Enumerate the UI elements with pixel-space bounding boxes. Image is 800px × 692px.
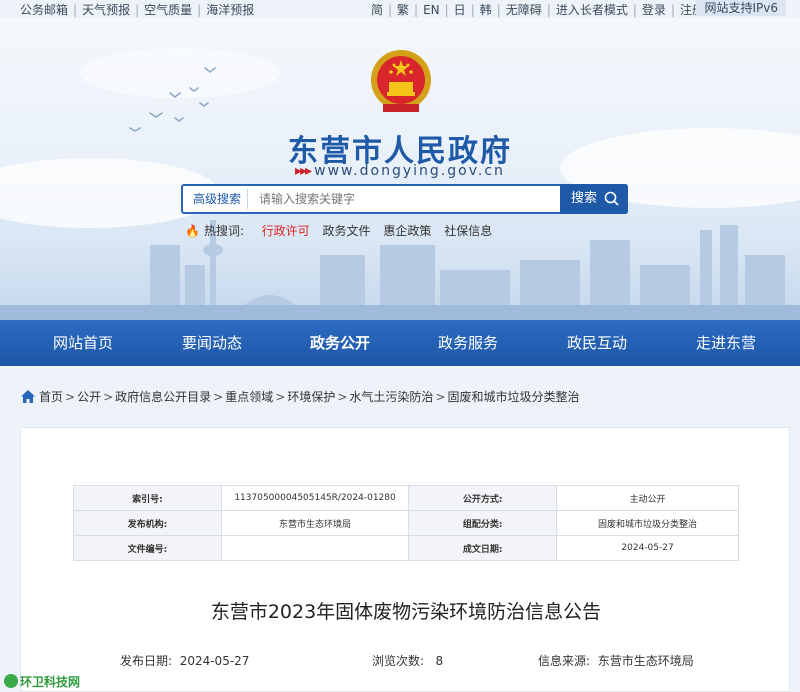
hotword-item[interactable]: 惠企政策 xyxy=(383,224,431,238)
meta-index-value: 11370500004505145R/2024-01280 xyxy=(220,485,410,511)
article-title: 东营市2023年固体废物污染环境防治信息公告 xyxy=(210,601,602,623)
breadcrumb-home[interactable]: 首页 xyxy=(39,390,63,404)
ipv6-badge: 网站支持IPv6 xyxy=(696,0,786,16)
meta-date-label: 成文日期: xyxy=(408,535,558,561)
publish-date-info: 发布日期: 2024-05-27 xyxy=(120,654,250,668)
home-icon xyxy=(21,390,35,403)
watermark-logo-icon xyxy=(4,674,18,688)
top-utility-bar: 公务邮箱 | 天气预报 | 空气质量 | 海洋预报 简 | 繁 | EN | 日 | 韩 | 无障碍 | 进入长者模… xyxy=(0,0,800,18)
utility-links-left: 公务邮箱 | 天气预报 | 空气质量 | 海洋预报 xyxy=(20,3,255,17)
search-box: 高级搜索 搜索 xyxy=(181,184,628,214)
meta-docno-value xyxy=(220,535,410,561)
header-banner: 东营市人民政府 ▸▸▸www.dongying.gov.cn 高级搜索 搜索 🔥… xyxy=(0,18,800,320)
watermark: 环卫科技网 xyxy=(4,673,80,690)
link-english[interactable]: EN xyxy=(423,3,440,17)
nav-gov-services[interactable]: 政务服务 xyxy=(408,320,528,366)
link-japanese[interactable]: 日 xyxy=(454,3,466,17)
nav-about-dongying[interactable]: 走进东营 xyxy=(666,320,786,366)
search-input[interactable] xyxy=(259,189,549,209)
link-traditional[interactable]: 繁 xyxy=(397,3,409,17)
meta-org-value: 东营市生态环境局 xyxy=(220,510,410,536)
meta-category-value: 固废和城市垃圾分类整治 xyxy=(556,510,739,536)
link-login[interactable]: 登录 xyxy=(642,3,666,17)
link-accessibility[interactable]: 无障碍 xyxy=(506,3,542,17)
main-nav: 网站首页 要闻动态 政务公开 政务服务 政民互动 走进东营 xyxy=(0,320,800,366)
search-button[interactable]: 搜索 xyxy=(560,184,628,214)
document-meta-table: 索引号: 11370500004505145R/2024-01280 公开方式:… xyxy=(73,485,739,561)
breadcrumb-item[interactable]: 固废和城市垃圾分类整治 xyxy=(447,390,579,404)
link-korean[interactable]: 韩 xyxy=(480,3,492,17)
hotword-item[interactable]: 社保信息 xyxy=(444,224,492,238)
search-button-label: 搜索 xyxy=(571,191,598,206)
meta-category-label: 组配分类: xyxy=(408,510,558,536)
link-simplified[interactable]: 简 xyxy=(371,3,383,17)
nav-news[interactable]: 要闻动态 xyxy=(152,320,272,366)
link-mailbox[interactable]: 公务邮箱 xyxy=(20,3,68,17)
search-icon xyxy=(604,191,619,206)
meta-date-value: 2024-05-27 xyxy=(556,535,739,561)
link-ocean-forecast[interactable]: 海洋预报 xyxy=(206,3,254,17)
meta-index-label: 索引号: xyxy=(73,485,222,511)
breadcrumb-item[interactable]: 重点领域 xyxy=(225,390,273,404)
nav-home[interactable]: 网站首页 xyxy=(23,320,143,366)
link-air-quality[interactable]: 空气质量 xyxy=(144,3,192,17)
hotword-item[interactable]: 政务文件 xyxy=(323,224,371,238)
breadcrumb-item[interactable]: 环境保护 xyxy=(287,390,335,404)
advanced-search-link[interactable]: 高级搜索 xyxy=(187,189,249,209)
hot-search-words: 🔥 热搜词: 行政许可 政务文件 惠企政策 社保信息 xyxy=(185,222,501,239)
utility-links-right: 简 | 繁 | EN | 日 | 韩 | 无障碍 | 进入长者模式 | 登录 | 注册 xyxy=(370,3,704,17)
hot-search-label: 热搜词: xyxy=(203,224,244,238)
breadcrumb-item[interactable]: 公开 xyxy=(77,390,101,404)
meta-docno-label: 文件编号: xyxy=(73,535,222,561)
meta-org-label: 发布机构: xyxy=(73,510,222,536)
nav-gov-affairs-open[interactable]: 政务公开 xyxy=(280,320,400,366)
link-weather[interactable]: 天气预报 xyxy=(82,3,130,17)
article-panel: 索引号: 11370500004505145R/2024-01280 公开方式:… xyxy=(20,427,790,692)
hotword-item[interactable]: 行政许可 xyxy=(262,224,310,238)
source-info: 信息来源: 东营市生态环境局 xyxy=(538,654,694,668)
meta-mode-label: 公开方式: xyxy=(408,485,558,511)
site-url: ▸▸▸ www.dongying.gov.cn xyxy=(295,163,505,179)
flame-icon: 🔥 xyxy=(185,224,200,238)
nav-interaction[interactable]: 政民互动 xyxy=(537,320,657,366)
breadcrumb-item[interactable]: 水气土污染防治 xyxy=(349,390,433,404)
national-emblem-logo xyxy=(371,50,431,112)
view-count-info: 浏览次数: 8 xyxy=(372,654,444,668)
meta-mode-value: 主动公开 xyxy=(556,485,739,511)
breadcrumb-item[interactable]: 政府信息公开目录 xyxy=(115,390,211,404)
breadcrumb: 首页 > 公开 > 政府信息公开目录 > 重点领域 > 环境保护 > 水气土污染防治 > 固废和城市垃圾… xyxy=(20,388,579,405)
link-elder-mode[interactable]: 进入长者模式 xyxy=(556,3,628,17)
